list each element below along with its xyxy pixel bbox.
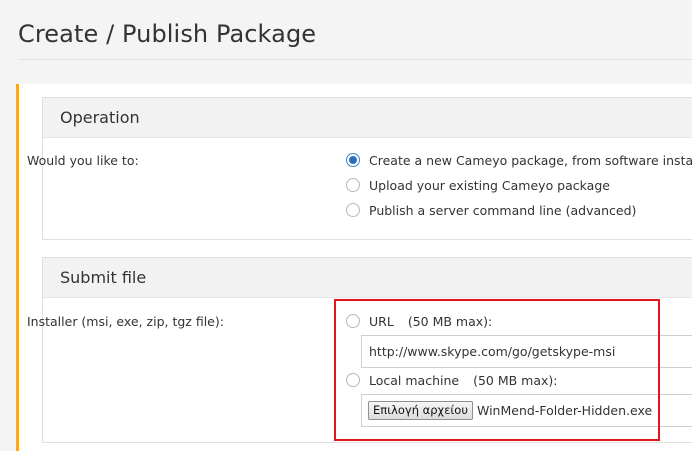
option-create-package-label[interactable]: Create a new Cameyo package, from softwa… xyxy=(369,153,692,168)
operation-panel-header: Operation xyxy=(43,98,692,138)
radio-publish-command[interactable] xyxy=(346,203,360,217)
option-upload-package-label[interactable]: Upload your existing Cameyo package xyxy=(369,178,610,193)
highlight-annotation-box xyxy=(334,299,660,441)
option-create-package[interactable]: Create a new Cameyo package, from softwa… xyxy=(346,152,692,168)
radio-create-package[interactable] xyxy=(346,153,360,167)
option-publish-command-label[interactable]: Publish a server command line (advanced) xyxy=(369,203,636,218)
installer-label: Installer (msi, exe, zip, tgz file): xyxy=(27,314,224,329)
page-title: Create / Publish Package xyxy=(18,20,317,48)
submit-file-panel-header: Submit file xyxy=(43,258,692,298)
operation-question-label: Would you like to: xyxy=(27,153,139,168)
title-divider xyxy=(18,59,692,60)
option-publish-command[interactable]: Publish a server command line (advanced) xyxy=(346,202,636,218)
radio-upload-package[interactable] xyxy=(346,178,360,192)
operation-panel: Operation xyxy=(42,97,692,240)
option-upload-package[interactable]: Upload your existing Cameyo package xyxy=(346,177,610,193)
accent-bar xyxy=(16,84,19,451)
